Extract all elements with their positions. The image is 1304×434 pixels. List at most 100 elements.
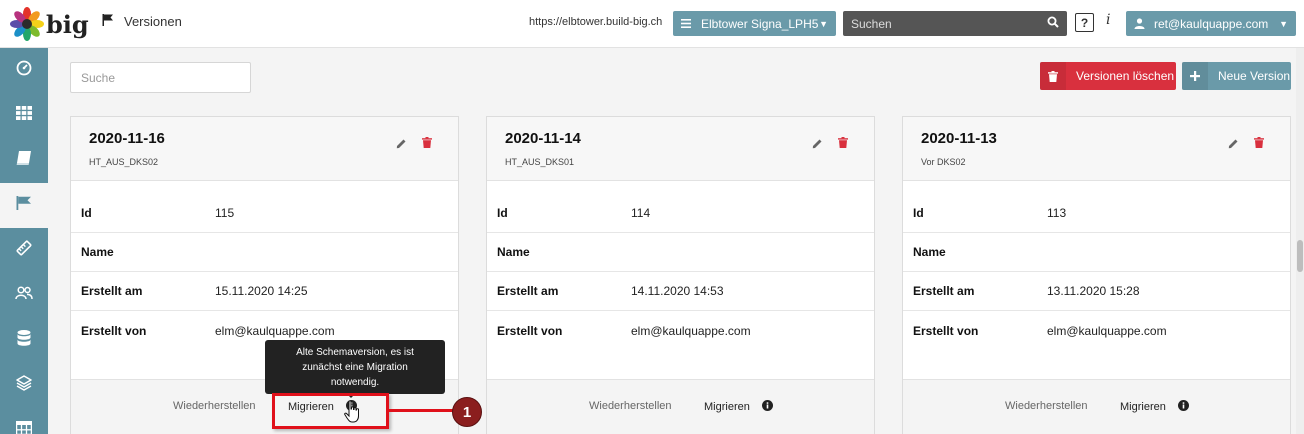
search-icon[interactable] [1047,15,1059,33]
hand-cursor-icon [344,400,362,429]
card-date: 2020-11-16 [89,130,165,147]
new-version-label: Neue Version [1218,69,1291,83]
pencil-icon[interactable] [1228,136,1239,154]
row-id: Id 115 [71,194,458,233]
card-header: 2020-11-16 HT_AUS_DKS02 [71,117,458,181]
user-menu[interactable]: ret@kaulquappe.com ▼ [1126,11,1296,36]
field-label: Name [913,245,946,259]
delete-versions-button[interactable]: Versionen löschen [1040,62,1176,90]
field-value: elm@kaulquappe.com [1047,323,1167,338]
tooltip-line: zunächst eine Migration [302,362,408,373]
sidebar-item-users[interactable] [0,273,48,318]
card-subtitle: HT_AUS_DKS01 [505,157,575,167]
sidebar-item-grid[interactable] [0,93,48,138]
annotation-connector [389,409,453,412]
sidebar [0,48,48,434]
trash-icon[interactable] [422,135,432,153]
field-label: Erstellt am [497,284,559,298]
migrate-label: Migrieren [1120,401,1166,413]
trash-icon[interactable] [838,135,848,153]
version-card: 2020-11-13 Vor DKS02 Id 113 Name Erstellt… [902,116,1291,434]
dashboard-icon [16,60,32,81]
users-icon [15,286,33,305]
field-label: Id [81,206,92,220]
restore-button[interactable]: Wiederherstellen [173,400,256,412]
logo-text: big [46,9,89,39]
migration-tooltip: Alte Schemaversion, es ist zunächst eine… [265,340,445,394]
new-version-button[interactable]: Neue Version [1182,62,1291,90]
pencil-icon[interactable] [396,136,407,154]
card-header: 2020-11-14 HT_AUS_DKS01 [487,117,874,181]
field-value: 14.11.2020 14:53 [631,284,724,298]
row-name: Name [487,233,874,272]
field-value: 13.11.2020 15:28 [1047,284,1140,298]
project-url: https://elbtower.build-big.ch [529,16,663,28]
tooltip-line: Alte Schemaversion, es ist [296,347,414,358]
row-id: Id 114 [487,194,874,233]
sidebar-item-dashboard[interactable] [0,48,48,93]
sidebar-item-book[interactable] [0,138,48,183]
logo[interactable]: big [10,6,89,42]
field-label: Id [497,206,508,220]
card-footer: Wiederherstellen Migrieren [903,379,1290,434]
field-label: Name [497,245,530,259]
migrate-label: Migrieren [704,401,750,413]
ruler-icon [16,240,32,261]
project-name: Elbtower Signa_LPH5 [701,16,819,31]
user-icon [1134,18,1145,29]
menu-lines-icon [681,17,691,31]
card-subtitle: HT_AUS_DKS02 [89,157,159,167]
trash-icon [1040,62,1066,90]
flag-icon [102,14,114,29]
sidebar-item-layers[interactable] [0,363,48,408]
sidebar-item-versions[interactable] [0,183,48,228]
trash-icon[interactable] [1254,135,1264,153]
migrate-button[interactable]: Migrieren [1120,400,1189,414]
row-id: Id 113 [903,194,1290,233]
card-subtitle: Vor DKS02 [921,157,966,167]
field-label: Erstellt am [81,284,143,298]
card-date: 2020-11-13 [921,130,997,147]
page-title-text: Versionen [124,14,182,29]
scrollbar-thumb[interactable] [1297,240,1303,272]
project-selector[interactable]: Elbtower Signa_LPH5 ▼ [673,11,836,36]
info-circle-icon[interactable] [761,400,773,414]
top-bar: big Versionen https://elbtower.build-big… [0,0,1304,48]
field-value: 115 [215,206,235,220]
global-search[interactable] [843,11,1067,36]
row-created-at: Erstellt am 14.11.2020 14:53 [487,272,874,311]
book-icon [16,151,32,170]
sidebar-item-database[interactable] [0,318,48,363]
sidebar-item-table[interactable] [0,408,48,434]
restore-button[interactable]: Wiederherstellen [589,400,672,412]
field-value: 113 [1047,206,1067,220]
page-title: Versionen [102,14,182,29]
restore-button[interactable]: Wiederherstellen [1005,400,1088,412]
user-email: ret@kaulquappe.com [1154,16,1269,31]
row-name: Name [71,233,458,272]
row-created-at: Erstellt am 15.11.2020 14:25 [71,272,458,311]
caret-down-icon: ▼ [1279,18,1288,29]
global-search-input[interactable] [851,16,1047,31]
info-circle-icon[interactable] [1177,400,1189,414]
card-date: 2020-11-14 [505,130,581,147]
sidebar-item-tools[interactable] [0,228,48,273]
field-value: 15.11.2020 14:25 [215,284,308,298]
row-created-at: Erstellt am 13.11.2020 15:28 [903,272,1290,311]
field-label: Erstellt von [81,323,147,338]
help-button[interactable]: ? [1075,13,1094,32]
caret-down-icon: ▼ [819,18,828,29]
logo-flower-icon [10,7,44,41]
field-value: elm@kaulquappe.com [631,323,751,338]
table-icon [15,420,33,434]
info-button[interactable]: i [1106,12,1110,28]
tooltip-line: notwendig. [330,377,380,388]
field-value: elm@kaulquappe.com [215,323,335,338]
version-search-input[interactable] [70,62,251,93]
annotation-highlight-box [272,393,389,429]
pencil-icon[interactable] [812,136,823,154]
migrate-button[interactable]: Migrieren [704,400,773,414]
field-label: Erstellt von [497,323,563,338]
card-header: 2020-11-13 Vor DKS02 [903,117,1290,181]
field-label: Name [81,245,114,259]
